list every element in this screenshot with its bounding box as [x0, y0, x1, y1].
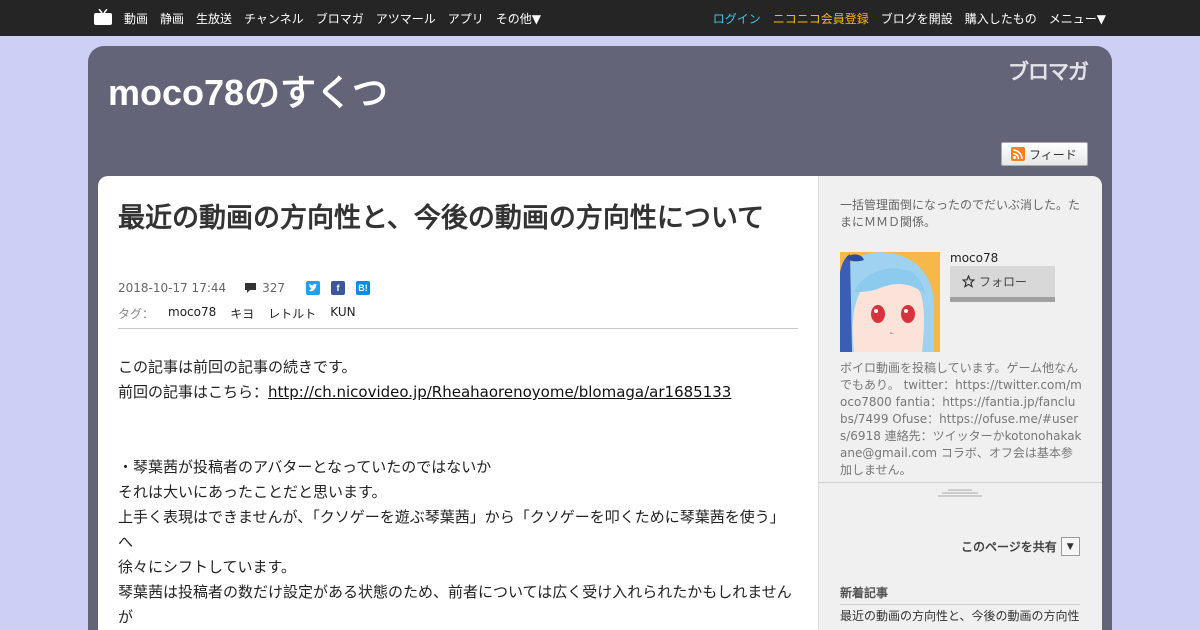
article-date: 2018-10-17 17:44 — [118, 281, 227, 295]
tags-label: タグ： — [118, 307, 155, 321]
nav-app[interactable]: アプリ — [448, 10, 484, 27]
blomaga-logo[interactable]: ブロマガ — [1008, 56, 1089, 86]
hatena-bookmark-icon[interactable]: B! — [356, 281, 371, 295]
star-icon — [962, 275, 975, 288]
body-line: 琴葉茜は投稿者の数だけ設定がある状態のため、前者については広く受け入れられたかも… — [118, 583, 792, 626]
previous-article-link[interactable]: http://ch.nicovideo.jp/Rheahaorenoyome/b… — [268, 383, 731, 401]
body-line: ・琴葉茜が投稿者のアバターとなっていたのではないか — [118, 458, 492, 476]
nav-other[interactable]: その他▼ — [496, 10, 541, 27]
share-dropdown-icon[interactable]: ▼ — [1060, 537, 1080, 556]
divider — [819, 482, 1102, 483]
nav-channel[interactable]: チャンネル — [244, 10, 304, 27]
divider — [118, 328, 798, 329]
comment-icon — [245, 283, 257, 293]
rss-icon — [1011, 147, 1025, 161]
tag-item[interactable]: キヨ — [230, 305, 254, 322]
body-line: それは大いにあったことだと思います。 — [118, 483, 387, 501]
recent-heading: 新着記事 — [840, 584, 1080, 605]
blog-description: 一括管理面倒になったのでだいぶ消した。たまにＭＭＤ関係。 — [840, 198, 1081, 229]
tag-item[interactable]: moco78 — [168, 305, 216, 322]
site-header: 動画 静画 生放送 チャンネル ブロマガ アツマール アプリ その他▼ ログイン… — [0, 0, 1200, 36]
facebook-icon[interactable]: f — [331, 281, 346, 295]
collapse-handle-icon[interactable] — [938, 489, 982, 497]
share-page-label: このページを共有 — [961, 540, 1057, 554]
body-line: 徐々にシフトしています。 — [118, 558, 297, 576]
nav-video[interactable]: 動画 — [124, 10, 148, 27]
nav-live[interactable]: 生放送 — [196, 10, 232, 27]
tag-item[interactable]: レトルト — [268, 305, 316, 322]
twitter-icon[interactable] — [306, 281, 321, 295]
account-nav: ログイン ニコニコ会員登録 ブログを開設 購入したもの メニュー▼ — [701, 0, 1106, 36]
open-blog-link[interactable]: ブログを開設 — [881, 10, 953, 27]
link-prefix: 前回の記事はこちら： — [118, 383, 269, 401]
menu-dropdown[interactable]: メニュー▼ — [1049, 10, 1106, 27]
nav-atsumaru[interactable]: アツマール — [376, 10, 436, 27]
article-meta: 2018-10-17 17:44 327 f B! — [118, 279, 371, 297]
avatar[interactable] — [840, 252, 940, 352]
share-page[interactable]: このページを共有 ▼ — [961, 537, 1080, 556]
tag-list: タグ： moco78 キヨ レトルト KUN — [118, 305, 356, 322]
blog-title[interactable]: moco78のすくつ — [108, 64, 388, 116]
login-link[interactable]: ログイン — [713, 10, 761, 27]
article-body: この記事は前回の記事の続きです。 前回の記事はこちら：http://ch.nic… — [118, 355, 798, 630]
global-nav: 動画 静画 生放送 チャンネル ブロマガ アツマール アプリ その他▼ — [124, 0, 553, 36]
username[interactable]: moco78 — [950, 251, 998, 265]
tag-item[interactable]: KUN — [330, 305, 355, 322]
recent-article-link[interactable]: 最近の動画の方向性と、今後の動画の方向性 — [840, 608, 1082, 625]
nav-blomaga[interactable]: ブロマガ — [316, 10, 364, 27]
follow-button[interactable]: フォロー — [950, 266, 1055, 302]
article-title[interactable]: 最近の動画の方向性と、今後の動画の方向性について — [118, 200, 798, 236]
tv-icon[interactable] — [94, 9, 112, 25]
profile-text: ボイロ動画を投稿しています。ゲーム他なんでもあり。 twitter：https:… — [840, 361, 1082, 477]
body-line: 前回の記事はこちら：http://ch.nicovideo.jp/Rheahao… — [118, 380, 798, 405]
follow-label: フォロー — [979, 275, 1028, 289]
feed-button[interactable]: フィード — [1001, 142, 1088, 166]
body-line: この記事は前回の記事の続きです。 — [118, 358, 357, 376]
nav-seiga[interactable]: 静画 — [160, 10, 184, 27]
body-line: 上手く表現はできませんが、「クソゲーを遊ぶ琴葉茜」から「クソゲーを叩くために琴葉… — [118, 508, 785, 551]
comment-count-value: 327 — [262, 281, 286, 295]
comment-count[interactable]: 327 — [244, 281, 285, 295]
register-link[interactable]: ニコニコ会員登録 — [773, 10, 869, 27]
purchased-link[interactable]: 購入したもの — [965, 10, 1037, 27]
feed-label: フィード — [1029, 147, 1077, 162]
